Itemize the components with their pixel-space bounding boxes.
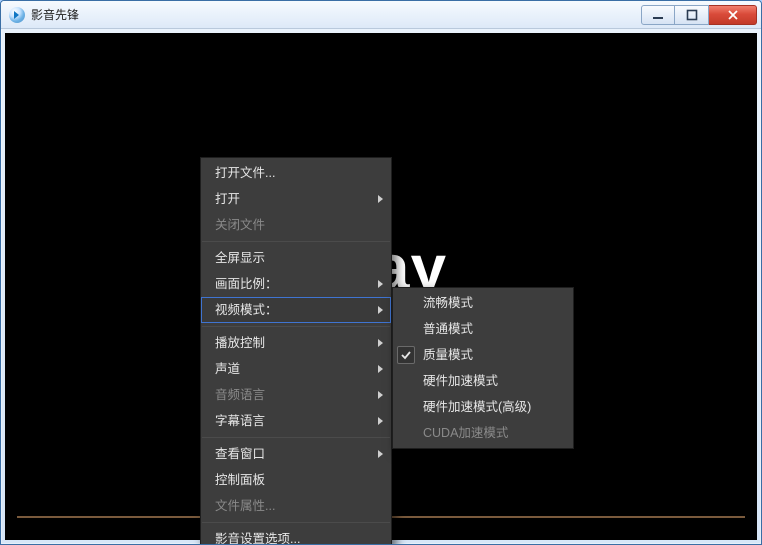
menu-item-label: 字幕语言 bbox=[215, 414, 265, 428]
menu-item-label: 视频模式： bbox=[215, 303, 278, 317]
context-menu: 打开文件... 打开关闭文件全屏显示画面比例： 视频模式： 播放控制声道音频语言字幕语… bbox=[200, 157, 392, 545]
menu-item-label: 打开 bbox=[215, 192, 240, 206]
submenu-item[interactable]: 流畅模式 bbox=[393, 290, 573, 316]
menu-item-label: 影音设置选项... bbox=[215, 532, 300, 545]
menu-item[interactable]: 打开文件... bbox=[201, 160, 391, 186]
checkmark-icon bbox=[397, 346, 415, 364]
submenu-item[interactable]: 普通模式 bbox=[393, 316, 573, 342]
menu-item[interactable]: 控制面板 bbox=[201, 467, 391, 493]
menu-item[interactable]: 字幕语言 bbox=[201, 408, 391, 434]
menu-item: 音频语言 bbox=[201, 382, 391, 408]
menu-separator bbox=[202, 437, 390, 438]
menu-item-label: 关闭文件 bbox=[215, 218, 265, 232]
submenu-item-label: 普通模式 bbox=[423, 322, 473, 336]
maximize-button[interactable] bbox=[675, 5, 709, 25]
submenu-item-label: 硬件加速模式 bbox=[423, 374, 498, 388]
menu-item[interactable]: 画面比例： bbox=[201, 271, 391, 297]
client-area: play 打开文件...打开关闭文件全屏显示画面比例：视频模式：播放控制声道音频… bbox=[5, 33, 757, 540]
submenu-item-label: CUDA加速模式 bbox=[423, 426, 508, 440]
menu-item-label: 播放控制 bbox=[215, 336, 265, 350]
submenu-item: CUDA加速模式 bbox=[393, 420, 573, 446]
minimize-button[interactable] bbox=[641, 5, 675, 25]
menu-item-label: 控制面板 bbox=[215, 473, 265, 487]
menu-item-label: 全屏显示 bbox=[215, 251, 265, 265]
app-window: 影音先锋 play 打开文件...打开关闭文件全屏显示画面比例：视 bbox=[0, 0, 762, 545]
menu-item[interactable]: 播放控制 bbox=[201, 330, 391, 356]
submenu-item[interactable]: 质量模式 bbox=[393, 342, 573, 368]
maximize-icon bbox=[686, 9, 698, 21]
menu-item-label: 音频语言 bbox=[215, 388, 265, 402]
menu-separator bbox=[202, 241, 390, 242]
menu-item-label: 画面比例： bbox=[215, 277, 278, 291]
window-title: 影音先锋 bbox=[31, 6, 641, 23]
menu-item-label: 文件属性... bbox=[215, 499, 275, 513]
menu-item[interactable]: 声道 bbox=[201, 356, 391, 382]
submenu-item-label: 质量模式 bbox=[423, 348, 473, 362]
menu-separator bbox=[202, 522, 390, 523]
menu-item[interactable]: 打开 bbox=[201, 186, 391, 212]
menu-item: 关闭文件 bbox=[201, 212, 391, 238]
menu-item[interactable]: 影音设置选项... bbox=[201, 526, 391, 545]
menu-item[interactable]: 查看窗口 bbox=[201, 441, 391, 467]
menu-item[interactable]: 视频模式： bbox=[201, 297, 391, 323]
app-icon bbox=[9, 7, 25, 23]
menu-item: 文件属性... bbox=[201, 493, 391, 519]
menu-item[interactable]: 全屏显示 bbox=[201, 245, 391, 271]
close-button[interactable] bbox=[709, 5, 757, 25]
submenu-item[interactable]: 硬件加速模式(高级) bbox=[393, 394, 573, 420]
minimize-icon bbox=[652, 9, 664, 21]
menu-item-label: 打开文件... bbox=[215, 166, 275, 180]
titlebar[interactable]: 影音先锋 bbox=[1, 1, 761, 29]
window-controls bbox=[641, 5, 757, 25]
submenu-item[interactable]: 硬件加速模式 bbox=[393, 368, 573, 394]
menu-item-label: 声道 bbox=[215, 362, 240, 376]
menu-item-label: 查看窗口 bbox=[215, 447, 265, 461]
video-mode-submenu: 流畅模式普通模式质量模式硬件加速模式硬件加速模式(高级) CUDA加速模式 bbox=[392, 287, 574, 449]
close-icon bbox=[726, 9, 740, 21]
menu-separator bbox=[202, 326, 390, 327]
submenu-item-label: 流畅模式 bbox=[423, 296, 473, 310]
submenu-item-label: 硬件加速模式(高级) bbox=[423, 400, 531, 414]
